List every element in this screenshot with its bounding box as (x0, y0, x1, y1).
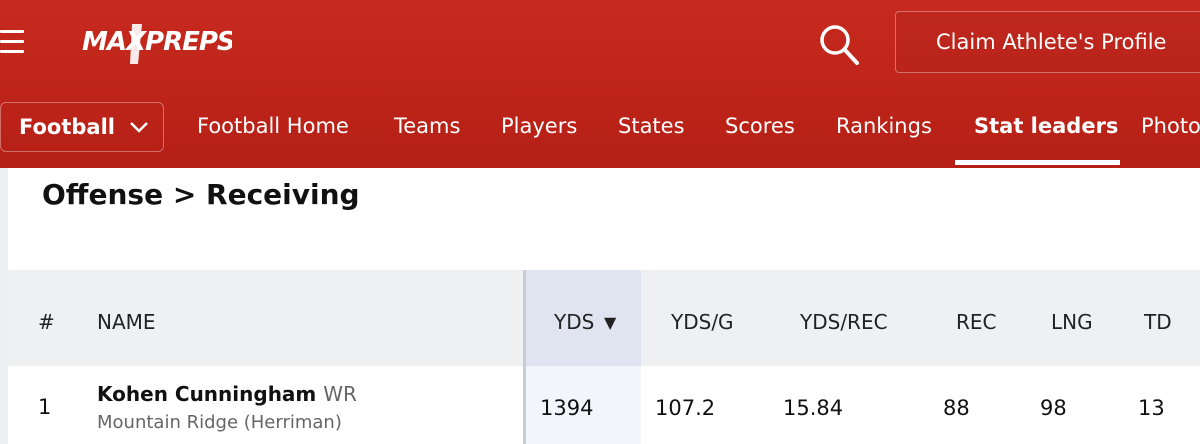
nav-teams[interactable]: Teams (394, 114, 460, 138)
nav-football-home[interactable]: Football Home (197, 114, 349, 138)
header-rec[interactable]: REC (956, 310, 997, 334)
header-td[interactable]: TD (1144, 310, 1172, 334)
active-tab-indicator (955, 160, 1120, 165)
maxpreps-logo[interactable]: MAXPREPS (80, 20, 236, 66)
sport-nav: Football Football Home Teams Players Sta… (0, 100, 1200, 168)
player-school[interactable]: Mountain Ridge (Herriman) (97, 412, 342, 433)
stats-panel: Offense > Receiving # NAME YDS/G YDS/REC… (8, 168, 1200, 444)
nav-stat-leaders[interactable]: Stat leaders (974, 114, 1118, 138)
logo-text: MAXPREPS (82, 27, 232, 57)
nav-scores[interactable]: Scores (725, 114, 795, 138)
sport-dropdown[interactable]: Football (0, 102, 164, 152)
sort-desc-icon: ▼ (604, 313, 617, 332)
sport-dropdown-label: Football (19, 115, 115, 139)
player-name: Kohen Cunningham (97, 382, 317, 406)
header-yds-sorted[interactable]: YDS ▼ (526, 270, 641, 366)
search-icon[interactable] (818, 22, 860, 66)
table-row[interactable]: 1 Kohen Cunningham WR Mountain Ridge (He… (8, 366, 1200, 444)
cell-rank: 1 (38, 395, 52, 419)
cell-yds-g: 107.2 (655, 396, 716, 420)
header-rank: # (38, 310, 55, 334)
cell-yds: 1394 (540, 396, 594, 420)
page-title: Offense > Receiving (42, 178, 360, 211)
header-yds: YDS (554, 310, 595, 334)
header-lng[interactable]: LNG (1051, 310, 1093, 334)
nav-photos[interactable]: Photo (1141, 114, 1200, 138)
header-name[interactable]: NAME (97, 310, 156, 334)
header-yds-g[interactable]: YDS/G (671, 310, 734, 334)
menu-icon[interactable] (0, 30, 26, 54)
top-header: MAXPREPS Claim Athlete's Profile Footbal… (0, 0, 1200, 168)
cell-lng: 98 (1040, 396, 1067, 420)
chevron-down-icon (130, 122, 148, 133)
claim-profile-label: Claim Athlete's Profile (936, 30, 1167, 54)
player-name-link[interactable]: Kohen Cunningham WR (97, 382, 357, 406)
player-position: WR (323, 382, 357, 406)
cell-yds-rec: 15.84 (783, 396, 844, 420)
header-yds-rec[interactable]: YDS/REC (800, 310, 888, 334)
nav-rankings[interactable]: Rankings (836, 114, 932, 138)
cell-rec: 88 (943, 396, 970, 420)
nav-players[interactable]: Players (501, 114, 577, 138)
claim-profile-button[interactable]: Claim Athlete's Profile (895, 11, 1200, 73)
nav-states[interactable]: States (618, 114, 685, 138)
cell-td: 13 (1138, 396, 1165, 420)
